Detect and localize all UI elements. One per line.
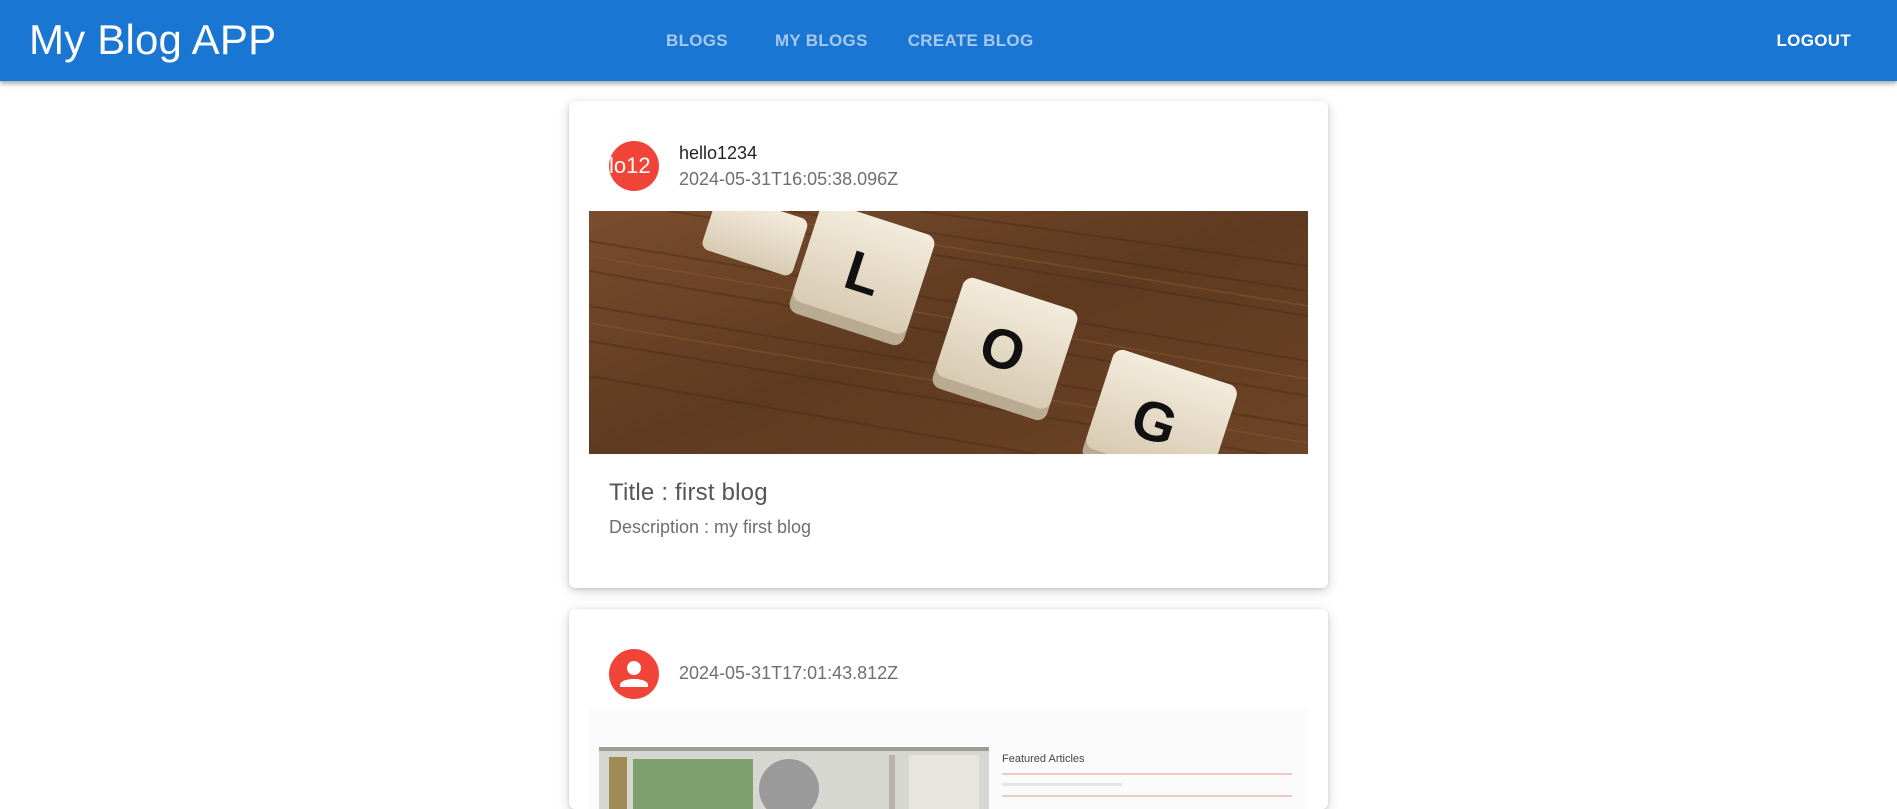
tab-my-blogs[interactable]: MY BLOGS [759,31,892,51]
post-image: Featured Articles [589,709,1308,809]
avatar-initials: lo12 [609,153,651,178]
tab-blogs[interactable]: BLOGS [650,31,759,51]
post-timestamp: 2024-05-31T16:05:38.096Z [679,169,899,189]
nav-tabs: BLOGS MY BLOGS CREATE BLOG [650,0,1049,81]
tab-create-blog[interactable]: CREATE BLOG [892,31,1050,51]
logout-button[interactable]: LOGOUT [1776,0,1851,81]
post-author: hello1234 [679,143,758,163]
app-bar: My Blog APP BLOGS MY BLOGS CREATE BLOG L… [0,0,1897,81]
article-caption: Featured Articles [1002,753,1085,765]
post-description: Description : my first blog [609,517,812,537]
post-title: Title : first blog [609,479,768,506]
post-image: L O G [589,211,1308,454]
avatar [609,649,659,699]
person-icon [620,661,648,687]
avatar: lo12 [609,141,659,191]
article-screenshot-image: Featured Articles [589,709,1308,809]
post-timestamp: 2024-05-31T17:01:43.812Z [679,663,899,683]
blog-card: 2024-05-31T17:01:43.812Z Featured Articl… [569,609,1328,809]
blog-tiles-image: L O G [589,211,1308,454]
blog-card: lo12 hello1234 2024-05-31T16:05:38.096Z [569,101,1328,588]
app-title: My Blog APP [29,16,277,63]
